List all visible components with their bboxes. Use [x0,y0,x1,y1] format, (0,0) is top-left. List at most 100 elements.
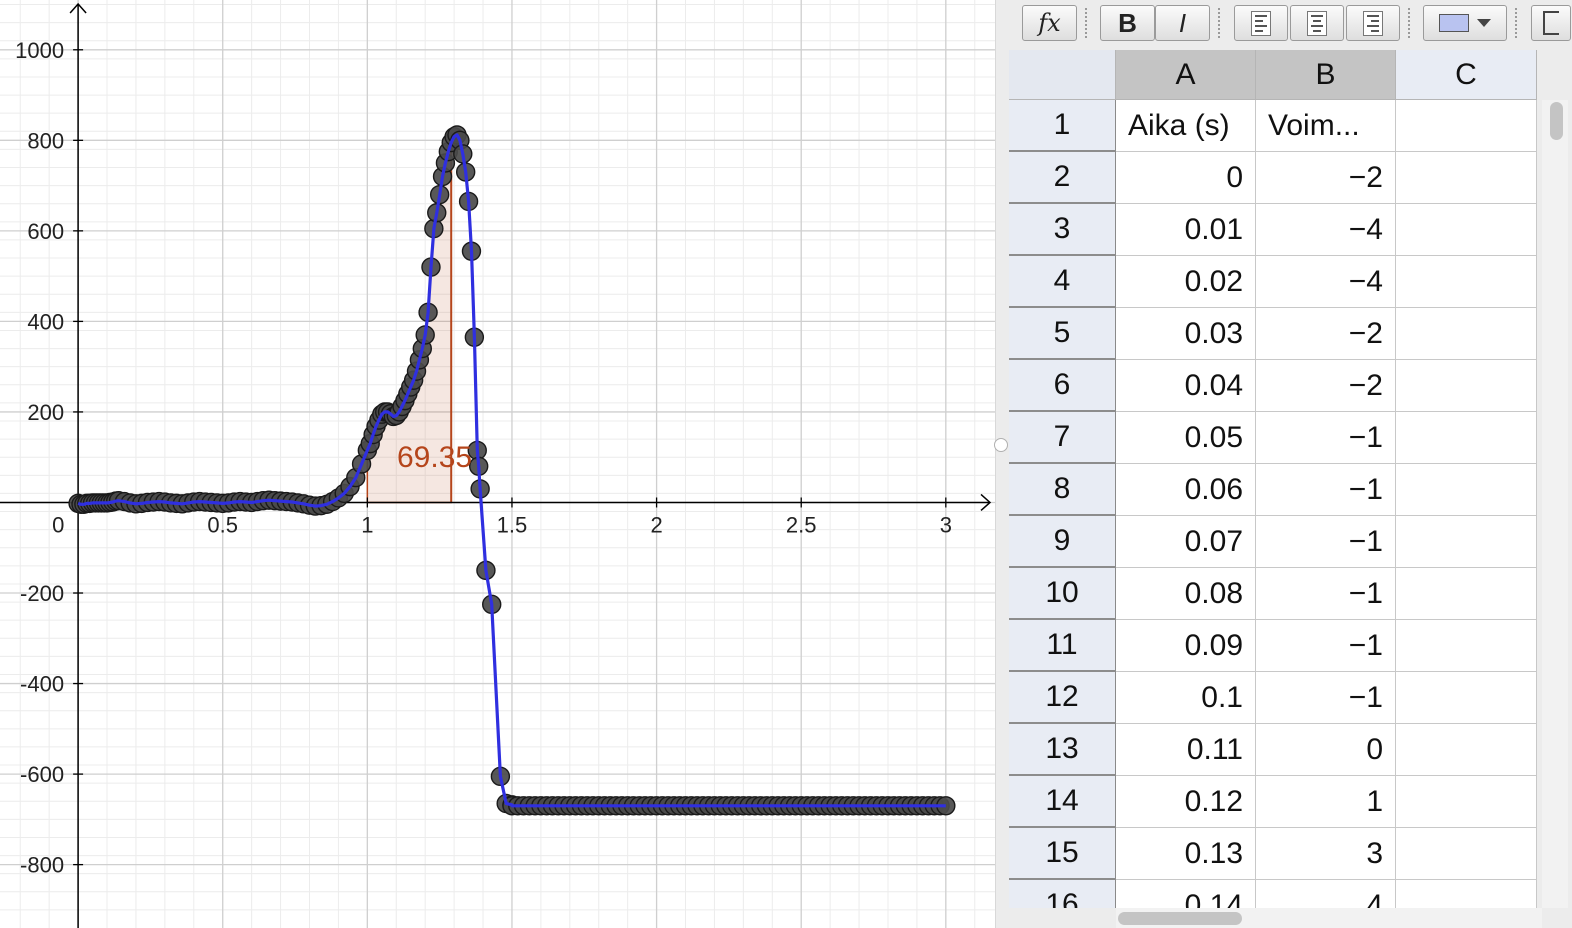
row-header[interactable]: 13 [1009,724,1116,776]
row-header[interactable]: 1 [1009,100,1116,152]
column-header-a[interactable]: A [1116,50,1256,100]
table-row: 5 0.03 −2 [1009,308,1537,360]
cell-c[interactable] [1396,412,1537,464]
align-right-icon [1363,10,1383,36]
cell-c[interactable] [1396,880,1537,908]
align-center-button[interactable] [1290,5,1344,41]
spreadsheet-grid: 1 Aika (s) Voim... 2 0 −2 3 0.01 −4 4 0.02 −4 5 0.03−… [1009,100,1537,908]
row-header[interactable]: 2 [1009,152,1116,204]
table-row: 2 0 −2 [1009,152,1537,204]
cell-c[interactable] [1396,308,1537,360]
cell-a[interactable]: Aika (s) [1116,100,1256,152]
cell-a[interactable]: 0.03 [1116,308,1256,360]
cell-a[interactable]: 0.13 [1116,828,1256,880]
row-header[interactable]: 7 [1009,412,1116,464]
divider-handle[interactable] [994,438,1008,452]
cell-c[interactable] [1396,776,1537,828]
vertical-scroll-thumb[interactable] [1550,102,1563,140]
cell-b[interactable]: −1 [1256,516,1396,568]
cell-a[interactable]: 0.07 [1116,516,1256,568]
bold-button[interactable]: B [1100,5,1155,41]
row-header[interactable]: 4 [1009,256,1116,308]
border-button[interactable] [1531,5,1571,41]
cell-a[interactable]: 0.06 [1116,464,1256,516]
table-row: 16 0.14 4 [1009,880,1537,908]
cell-a[interactable]: 0.08 [1116,568,1256,620]
cell-b[interactable]: −2 [1256,308,1396,360]
toolbar-separator [1408,8,1413,38]
integral-value-label[interactable]: 69.35 [397,441,472,474]
x-tick-label: 1 [361,512,373,537]
cell-b[interactable]: Voim... [1256,100,1396,152]
row-header[interactable]: 5 [1009,308,1116,360]
cell-a[interactable]: 0.05 [1116,412,1256,464]
row-header[interactable]: 16 [1009,880,1116,908]
column-header-c[interactable]: C [1396,50,1537,100]
corner-cell[interactable] [1009,50,1116,100]
cell-a[interactable]: 0.12 [1116,776,1256,828]
cell-b[interactable]: 1 [1256,776,1396,828]
cell-a[interactable]: 0.11 [1116,724,1256,776]
y-tick-label: -800 [20,853,64,878]
cell-c[interactable] [1396,568,1537,620]
cell-c[interactable] [1396,100,1537,152]
row-header[interactable]: 10 [1009,568,1116,620]
scatter-plot[interactable]: 0 0.5 1 1.5 2 2.5 3 1000 800 600 400 200 -200 -400 -60… [0,0,995,928]
cell-b[interactable]: −1 [1256,568,1396,620]
cell-b[interactable]: −2 [1256,152,1396,204]
y-tick-label: 600 [27,219,64,244]
cell-c[interactable] [1396,724,1537,776]
cell-c[interactable] [1396,464,1537,516]
cell-c[interactable] [1396,152,1537,204]
cell-c[interactable] [1396,256,1537,308]
cell-b[interactable]: −2 [1256,360,1396,412]
row-header[interactable]: 15 [1009,828,1116,880]
spreadsheet-toolbar: fx B I [1009,0,1572,50]
row-header[interactable]: 9 [1009,516,1116,568]
formula-button[interactable]: fx [1022,5,1077,41]
cell-b[interactable]: −4 [1256,204,1396,256]
horizontal-scrollbar[interactable] [1116,908,1542,928]
cell-b[interactable]: −1 [1256,412,1396,464]
cell-c[interactable] [1396,516,1537,568]
view-divider[interactable] [994,0,1010,928]
cell-b[interactable]: −1 [1256,620,1396,672]
row-header[interactable]: 8 [1009,464,1116,516]
x-tick-label: 2.5 [786,512,817,537]
cell-a[interactable]: 0.1 [1116,672,1256,724]
cell-b[interactable]: 3 [1256,828,1396,880]
cell-c[interactable] [1396,360,1537,412]
column-header-b[interactable]: B [1256,50,1396,100]
cell-b[interactable]: 4 [1256,880,1396,908]
cell-c[interactable] [1396,204,1537,256]
graphics-view[interactable]: 0 0.5 1 1.5 2 2.5 3 1000 800 600 400 200 -200 -400 -60… [0,0,995,928]
horizontal-scroll-thumb[interactable] [1118,912,1242,925]
cell-a[interactable]: 0.02 [1116,256,1256,308]
cell-a[interactable]: 0.09 [1116,620,1256,672]
table-row: 4 0.02 −4 [1009,256,1537,308]
row-header[interactable]: 3 [1009,204,1116,256]
cell-c[interactable] [1396,828,1537,880]
cell-a[interactable]: 0.04 [1116,360,1256,412]
table-row: 12 0.1 −1 [1009,672,1537,724]
cell-a[interactable]: 0.01 [1116,204,1256,256]
background-color-button[interactable] [1423,5,1507,41]
row-header[interactable]: 12 [1009,672,1116,724]
align-right-button[interactable] [1346,5,1400,41]
vertical-scrollbar[interactable] [1542,100,1568,908]
row-header[interactable]: 6 [1009,360,1116,412]
cell-a[interactable]: 0.14 [1116,880,1256,908]
italic-button[interactable]: I [1155,5,1210,41]
row-header[interactable]: 14 [1009,776,1116,828]
cell-b[interactable]: 0 [1256,724,1396,776]
row-header[interactable]: 11 [1009,620,1116,672]
cell-b[interactable]: −4 [1256,256,1396,308]
cell-b[interactable]: −1 [1256,672,1396,724]
cell-c[interactable] [1396,620,1537,672]
toolbar-separator [1085,8,1090,38]
x-tick-label: 3 [940,512,952,537]
cell-a[interactable]: 0 [1116,152,1256,204]
align-left-button[interactable] [1234,5,1288,41]
cell-b[interactable]: −1 [1256,464,1396,516]
cell-c[interactable] [1396,672,1537,724]
